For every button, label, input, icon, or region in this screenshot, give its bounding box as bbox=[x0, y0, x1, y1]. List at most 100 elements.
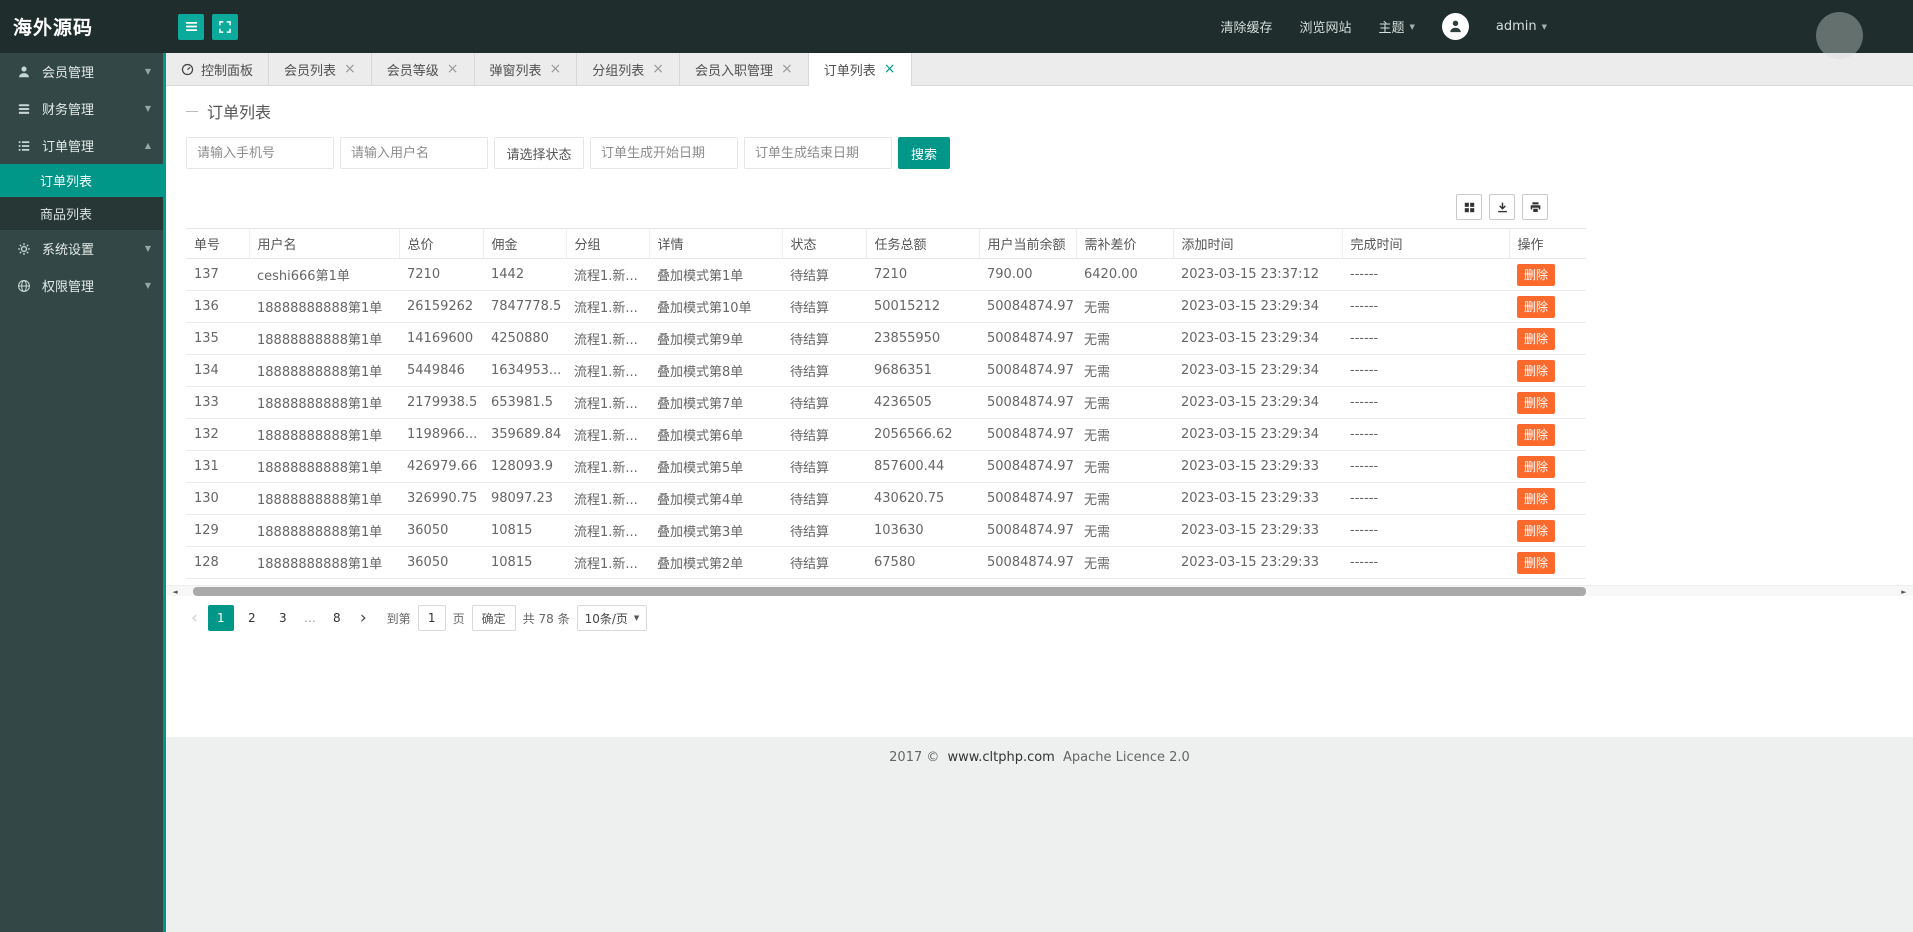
prev-page-button[interactable]: ‹ bbox=[186, 605, 203, 631]
cell-group: 流程1.新... bbox=[566, 290, 649, 323]
user-avatar[interactable] bbox=[1441, 13, 1469, 40]
cell-detail: 叠加模式第8单 bbox=[649, 354, 782, 387]
sidebar-subitem-order-list[interactable]: 订单列表 bbox=[0, 164, 163, 197]
sidebar-subitem-goods-list[interactable]: 商品列表 bbox=[0, 197, 163, 230]
cell-status: 待结算 bbox=[782, 450, 866, 483]
sidebar-submenu: 订单列表 商品列表 bbox=[0, 164, 163, 230]
cell-task_total: 2056566.62 bbox=[866, 418, 979, 451]
sidebar-item-member[interactable]: 会员管理 ▼ bbox=[0, 53, 163, 90]
next-page-button[interactable]: › bbox=[355, 605, 372, 631]
page-button-3[interactable]: 3 bbox=[270, 605, 296, 631]
cell-total: 326990.75 bbox=[399, 482, 483, 515]
cell-op: 删除 bbox=[1509, 482, 1586, 515]
close-icon[interactable]: × bbox=[781, 61, 793, 77]
cell-username: 18888888888第1单 bbox=[249, 514, 399, 547]
sidebar-item-label: 会员管理 bbox=[42, 66, 95, 81]
column-header-status: 状态 bbox=[782, 228, 867, 259]
scroll-left-icon[interactable]: ◄ bbox=[167, 586, 183, 597]
brand-logo: 海外源码 bbox=[13, 17, 94, 39]
scroll-right-icon[interactable]: ► bbox=[1896, 586, 1912, 597]
export-button[interactable] bbox=[1489, 194, 1515, 220]
topbar-right: 清除缓存 浏览网站 主题 ▼ admin ▼ bbox=[1220, 13, 1913, 40]
filter-columns-button[interactable] bbox=[1456, 194, 1482, 220]
delete-button[interactable]: 删除 bbox=[1517, 327, 1556, 350]
cell-op: 删除 bbox=[1509, 258, 1586, 291]
table-panel: 单号 用户名 总价 佣金 分组 详情 状态 任务总额 用户当前余额 需补差价 添加时间 完成时间 操作 … bbox=[186, 186, 1586, 579]
page-size-select[interactable]: 10条/页 ▼ bbox=[576, 605, 648, 631]
end-date-input[interactable] bbox=[744, 137, 892, 169]
phone-input[interactable] bbox=[186, 137, 334, 169]
cell-finished: ------ bbox=[1342, 546, 1509, 579]
close-icon[interactable]: × bbox=[550, 61, 562, 77]
cell-username: 18888888888第1单 bbox=[249, 418, 399, 451]
theme-label: 主题 bbox=[1378, 21, 1405, 36]
cell-diff: 无需 bbox=[1076, 418, 1173, 451]
cell-balance: 50084874.97 bbox=[979, 354, 1076, 387]
page-button-2[interactable]: 2 bbox=[239, 605, 265, 631]
sidebar-item-orders[interactable]: 订单管理 ▲ bbox=[0, 127, 163, 164]
cell-op: 删除 bbox=[1509, 546, 1586, 579]
page-button-8[interactable]: 8 bbox=[324, 605, 350, 631]
username-input[interactable] bbox=[340, 137, 488, 169]
cell-task_total: 4236505 bbox=[866, 386, 979, 419]
app: 海外源码 清除缓存 浏览网站 主题 ▼ admin ▼ 会员管理 ▼ 财务管理 ▼ 订单… bbox=[0, 0, 1913, 932]
print-button[interactable] bbox=[1522, 194, 1548, 220]
start-date-input[interactable] bbox=[590, 137, 738, 169]
cell-detail: 叠加模式第9单 bbox=[649, 322, 782, 355]
sidebar-item-permission[interactable]: 权限管理 ▼ bbox=[0, 267, 163, 304]
scrollbar-thumb[interactable] bbox=[193, 587, 1586, 596]
sidebar-item-system[interactable]: 系统设置 ▼ bbox=[0, 230, 163, 267]
user-icon bbox=[17, 65, 33, 79]
user-dropdown[interactable]: admin ▼ bbox=[1496, 19, 1547, 34]
tab-popup-list[interactable]: 弹窗列表 × bbox=[475, 53, 578, 85]
cell-diff: 无需 bbox=[1076, 546, 1173, 579]
browse-site-link[interactable]: 浏览网站 bbox=[1299, 17, 1351, 36]
cell-commission: 1442 bbox=[483, 258, 566, 291]
tab-group-list[interactable]: 分组列表 × bbox=[577, 53, 681, 85]
sidebar-toggle-button[interactable] bbox=[178, 13, 204, 40]
tab-order-list[interactable]: 订单列表 × bbox=[808, 53, 912, 86]
close-icon[interactable]: × bbox=[652, 61, 664, 77]
tab-member-level[interactable]: 会员等级 × bbox=[372, 53, 475, 85]
goto-page-input[interactable] bbox=[417, 605, 446, 631]
close-icon[interactable]: × bbox=[884, 61, 896, 77]
delete-button[interactable]: 删除 bbox=[1517, 519, 1556, 542]
theme-dropdown[interactable]: 主题 ▼ bbox=[1378, 17, 1414, 36]
confirm-button[interactable]: 确定 bbox=[471, 605, 516, 631]
delete-button[interactable]: 删除 bbox=[1517, 551, 1556, 574]
sidebar-item-finance[interactable]: 财务管理 ▼ bbox=[0, 90, 163, 127]
cell-task_total: 50015212 bbox=[866, 290, 979, 323]
delete-button[interactable]: 删除 bbox=[1517, 263, 1556, 286]
clear-cache-link[interactable]: 清除缓存 bbox=[1220, 17, 1272, 36]
cell-group: 流程1.新... bbox=[566, 386, 649, 419]
status-select[interactable]: 请选择状态 bbox=[494, 137, 584, 169]
cell-group: 流程1.新... bbox=[566, 450, 649, 483]
page-button-1[interactable]: 1 bbox=[207, 605, 234, 631]
fullscreen-button[interactable] bbox=[212, 13, 238, 40]
tab-member-entry[interactable]: 会员入职管理 × bbox=[680, 53, 809, 85]
delete-button[interactable]: 删除 bbox=[1517, 295, 1556, 318]
cell-status: 待结算 bbox=[782, 418, 866, 451]
delete-button[interactable]: 删除 bbox=[1517, 359, 1556, 382]
close-icon[interactable]: × bbox=[344, 61, 356, 77]
cell-task_total: 23855950 bbox=[866, 322, 979, 355]
horizontal-scrollbar[interactable]: ◄ ► bbox=[166, 585, 1913, 596]
delete-button[interactable]: 删除 bbox=[1517, 391, 1556, 414]
cell-task_total: 7210 bbox=[866, 258, 979, 291]
delete-button[interactable]: 删除 bbox=[1517, 423, 1556, 446]
chevron-down-icon: ▼ bbox=[144, 67, 151, 76]
cell-status: 待结算 bbox=[782, 482, 866, 515]
footer-site-link[interactable]: www.cltphp.com bbox=[948, 750, 1055, 765]
tab-member-list[interactable]: 会员列表 × bbox=[269, 53, 372, 85]
filter-bar: 请选择状态 搜索 bbox=[186, 137, 1893, 169]
search-button[interactable]: 搜索 bbox=[898, 137, 950, 169]
close-icon[interactable]: × bbox=[447, 61, 459, 77]
delete-button[interactable]: 删除 bbox=[1517, 455, 1556, 478]
cell-diff: 无需 bbox=[1076, 354, 1173, 387]
tab-dashboard[interactable]: 控制面板 bbox=[166, 53, 270, 85]
cell-total: 5449846 bbox=[399, 354, 483, 387]
delete-button[interactable]: 删除 bbox=[1517, 487, 1556, 510]
cell-finished: ------ bbox=[1342, 290, 1509, 323]
cell-total: 426979.66 bbox=[399, 450, 483, 483]
goto-label: 到第 bbox=[386, 611, 411, 626]
